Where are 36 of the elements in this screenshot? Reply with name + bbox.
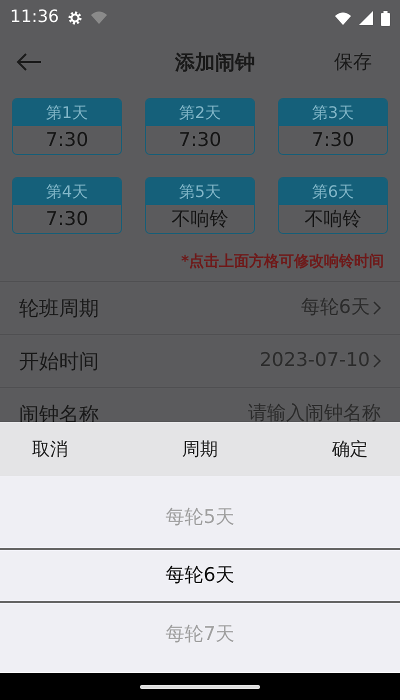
- signal-icon: [359, 11, 373, 25]
- setting-label: 开始时间: [19, 348, 99, 374]
- day-label: 第2天: [146, 99, 254, 126]
- chevron-right-icon: [373, 354, 381, 368]
- day-time: 不响铃: [304, 206, 362, 232]
- day-label: 第4天: [13, 178, 121, 205]
- day-time: 不响铃: [170, 206, 230, 232]
- picker-option[interactable]: 每轮6天: [0, 548, 400, 603]
- day-card[interactable]: 第3天 7:30: [278, 98, 388, 155]
- day-label: 第5天: [146, 178, 254, 205]
- status-time: 11:36: [10, 6, 59, 30]
- day-card[interactable]: 第5天 不响铃: [145, 177, 255, 234]
- save-button[interactable]: 保存: [328, 48, 378, 76]
- battery-icon: [381, 10, 390, 26]
- day-time: 7:30: [310, 128, 356, 153]
- back-arrow-icon[interactable]: [16, 53, 42, 71]
- hint-text: *点击上面方格可修改响铃时间: [181, 251, 384, 272]
- day-label: 第1天: [13, 99, 121, 126]
- chevron-right-icon: [373, 300, 381, 314]
- day-time: 7:30: [44, 128, 90, 153]
- day-card[interactable]: 第4天 7:30: [12, 177, 122, 234]
- day-card[interactable]: 第1天 7:30: [12, 98, 122, 155]
- picker-title: 周期: [182, 438, 218, 462]
- day-time: 7:30: [44, 206, 90, 232]
- picker-option[interactable]: 每轮7天: [0, 603, 400, 665]
- day-label: 第6天: [279, 178, 387, 205]
- home-handle[interactable]: [140, 684, 260, 688]
- day-card[interactable]: 第6天 不响铃: [278, 177, 388, 234]
- page-title: 添加闹钟: [175, 49, 255, 76]
- day-label: 第3天: [279, 99, 387, 126]
- setting-label: 轮班周期: [19, 294, 99, 322]
- picker-option[interactable]: 每轮5天: [0, 486, 400, 548]
- gear-icon: [67, 10, 83, 26]
- wifi-icon: [335, 12, 351, 24]
- day-card[interactable]: 第2天 7:30: [145, 98, 255, 155]
- day-time: 7:30: [178, 128, 222, 153]
